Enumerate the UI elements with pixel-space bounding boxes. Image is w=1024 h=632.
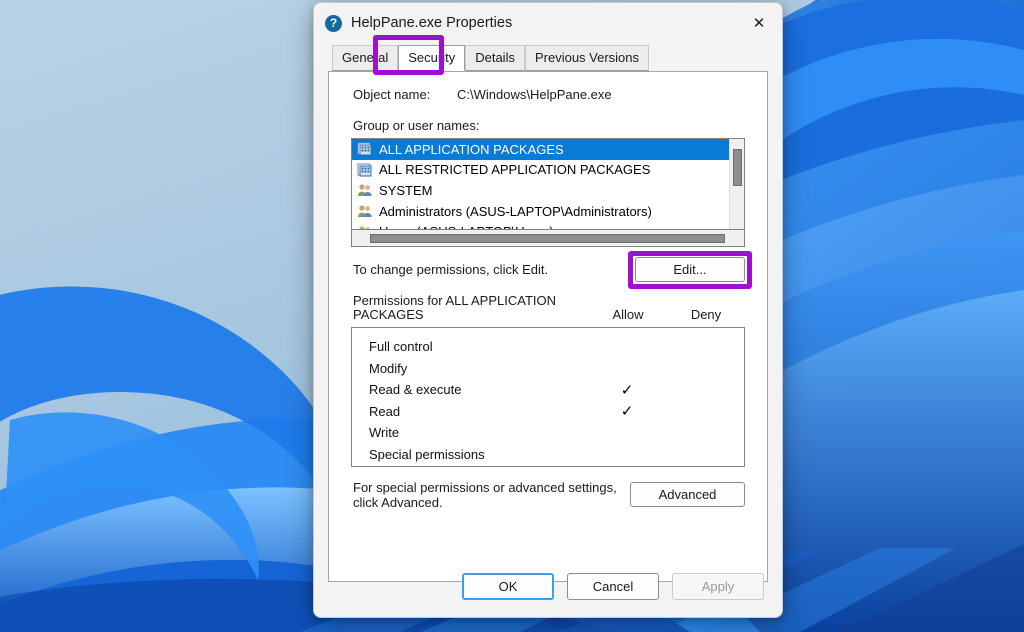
edit-permissions-row: To change permissions, click Edit. Edit.…: [329, 247, 767, 289]
table-row[interactable]: Full control: [352, 336, 744, 358]
permissions-table[interactable]: Full control Modify Read & execute ✓ Rea…: [351, 327, 745, 467]
tab-strip: General Security Details Previous Versio…: [314, 35, 782, 75]
tab-security[interactable]: Security: [398, 45, 466, 71]
list-item-label: ALL APPLICATION PACKAGES: [379, 141, 564, 157]
dialog-footer: OK Cancel Apply: [314, 556, 782, 617]
list-item[interactable]: Users (ASUS-LAPTOP\Users): [352, 221, 729, 229]
tab-previous-versions[interactable]: Previous Versions: [524, 45, 650, 71]
security-tab-panel: Object name: C:\Windows\HelpPane.exe Gro…: [328, 71, 768, 582]
group-or-user-names-list[interactable]: ALL APPLICATION PACKAGES ALL RESTRICTED …: [351, 138, 745, 230]
cancel-button[interactable]: Cancel: [567, 573, 659, 600]
app-packages-icon: [357, 163, 372, 177]
users-group-icon: [358, 205, 372, 218]
edit-hint-text: To change permissions, click Edit.: [353, 262, 549, 277]
edit-button[interactable]: Edit...: [635, 257, 745, 282]
dialog-title: HelpPane.exe Properties: [351, 15, 513, 31]
list-item[interactable]: ALL RESTRICTED APPLICATION PACKAGES: [352, 160, 729, 181]
allow-checkmark[interactable]: ✓: [588, 381, 666, 399]
apply-button: Apply: [672, 573, 764, 600]
advanced-button[interactable]: Advanced: [630, 482, 745, 507]
permissions-header-row: Permissions for ALL APPLICATION PACKAGES…: [329, 282, 767, 323]
permissions-for-label: Permissions for ALL APPLICATION PACKAGES: [353, 293, 557, 322]
object-name-value: C:\Windows\HelpPane.exe: [457, 87, 612, 102]
allow-column-header: Allow: [612, 307, 644, 322]
allow-checkmark[interactable]: ✓: [588, 402, 666, 420]
advanced-row: For special permissions or advanced sett…: [329, 467, 767, 510]
table-row[interactable]: Read ✓: [352, 401, 744, 423]
dialog-titlebar: ? HelpPane.exe Properties ✕: [314, 3, 782, 43]
group-list-horizontal-scrollbar[interactable]: [351, 230, 745, 247]
deny-column-header: Deny: [690, 307, 722, 322]
table-row[interactable]: Read & execute ✓: [352, 379, 744, 401]
users-group-icon: [359, 226, 370, 229]
group-list-label: Group or user names:: [353, 118, 480, 133]
tab-general[interactable]: General: [332, 45, 399, 71]
object-name-row: Object name: C:\Windows\HelpPane.exe: [329, 72, 767, 102]
list-item[interactable]: SYSTEM: [352, 180, 729, 201]
list-item-label: Administrators (ASUS-LAPTOP\Administrato…: [379, 203, 652, 219]
list-item[interactable]: Administrators (ASUS-LAPTOP\Administrato…: [352, 201, 729, 222]
scrollbar-thumb[interactable]: [370, 234, 725, 243]
scrollbar-thumb[interactable]: [733, 149, 742, 186]
permission-name: Write: [369, 425, 400, 441]
table-row[interactable]: Special permissions: [352, 444, 744, 466]
list-item-label: Users (ASUS-LAPTOP\Users): [379, 224, 554, 229]
advanced-hint-text: For special permissions or advanced sett…: [353, 480, 617, 510]
list-item-label: SYSTEM: [379, 182, 433, 198]
users-group-icon: [358, 184, 372, 197]
table-row[interactable]: Write: [352, 422, 744, 444]
permission-name: Modify: [369, 360, 408, 376]
group-list-items: ALL APPLICATION PACKAGES ALL RESTRICTED …: [352, 139, 729, 229]
tab-details[interactable]: Details: [465, 45, 525, 71]
permission-name: Read & execute: [369, 382, 462, 398]
group-list-vertical-scrollbar[interactable]: [729, 139, 744, 229]
permission-name: Read: [369, 403, 401, 419]
list-item[interactable]: ALL APPLICATION PACKAGES: [352, 139, 729, 160]
permission-name: Special permissions: [369, 446, 485, 462]
close-icon[interactable]: ✕: [736, 3, 782, 43]
app-packages-icon: [357, 142, 372, 156]
object-name-label: Object name:: [353, 87, 431, 102]
properties-dialog: ? HelpPane.exe Properties ✕ General Secu…: [313, 2, 783, 618]
permission-name: Full control: [369, 339, 433, 355]
help-question-icon: ?: [325, 14, 342, 32]
list-item-label: ALL RESTRICTED APPLICATION PACKAGES: [379, 162, 651, 178]
ok-button[interactable]: OK: [462, 573, 554, 600]
table-row[interactable]: Modify: [352, 358, 744, 380]
